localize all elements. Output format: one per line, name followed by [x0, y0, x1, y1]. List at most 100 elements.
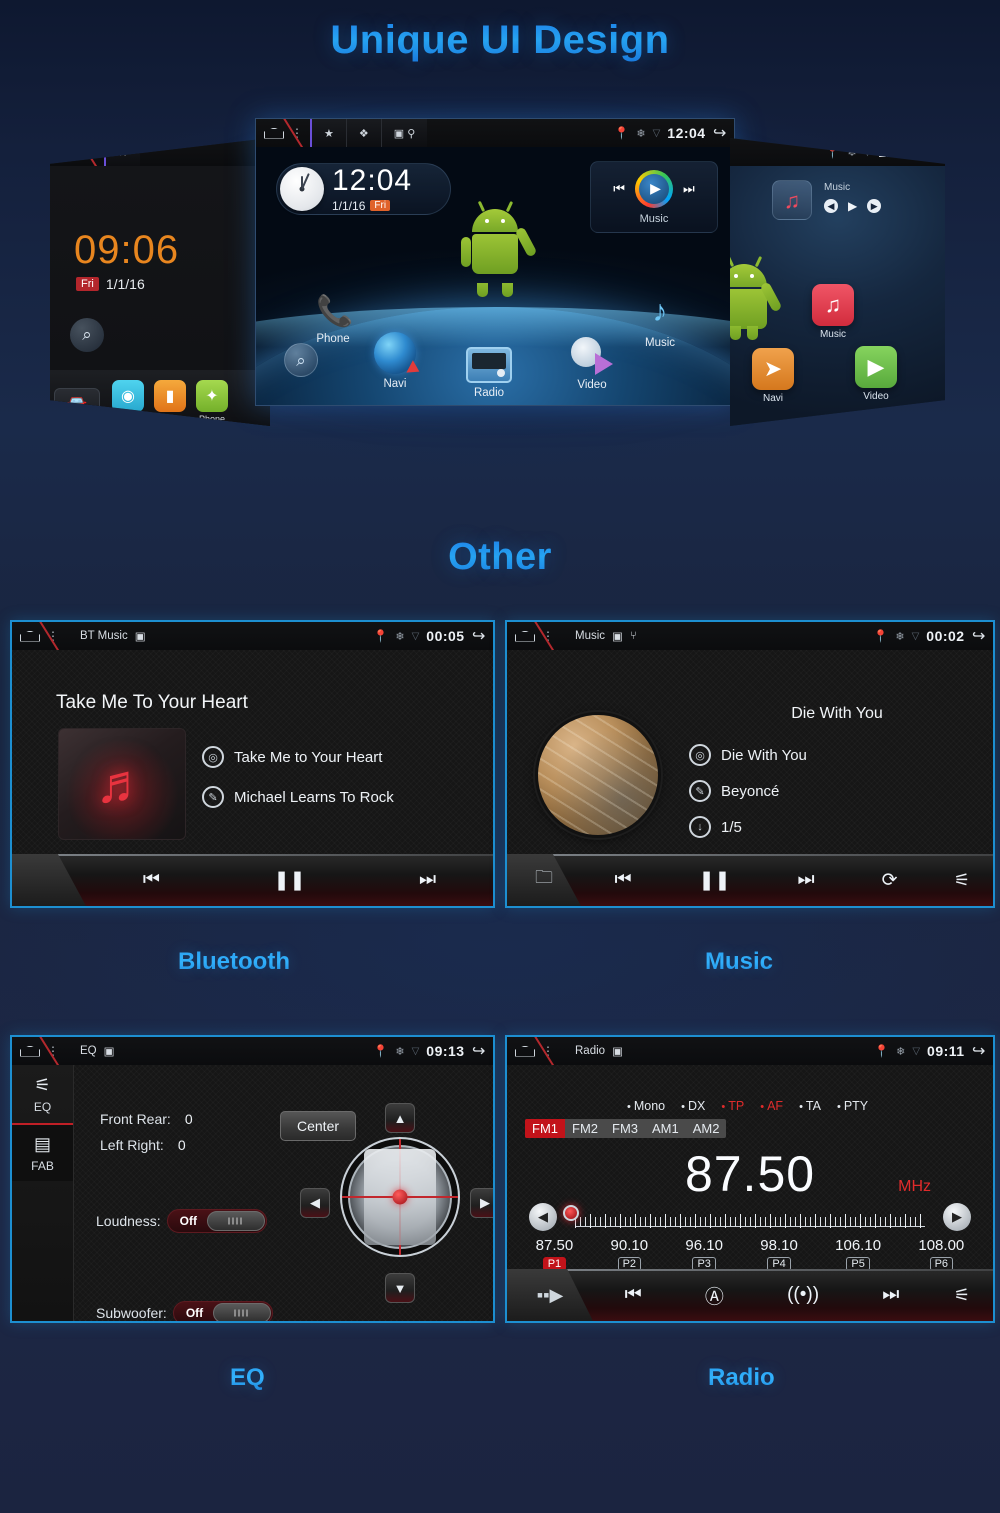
radio-band-fm1[interactable]: FM1 [525, 1119, 565, 1138]
home-icon[interactable] [515, 631, 535, 642]
radio-preset-1[interactable]: 87.50 P1 [536, 1237, 573, 1272]
previous-track-icon[interactable]: ⏮ [613, 181, 625, 197]
panel-bluetooth[interactable]: ⋮ BT Music ▣ 📍 ❄ ▽ 00:05 ↩ Take Me To Yo… [10, 620, 495, 908]
wallpaper-icon[interactable]: ▣ ⚲ [380, 119, 428, 147]
car-icon[interactable]: 🚘 [54, 388, 100, 420]
radio-band-fm2[interactable]: FM2 [565, 1119, 605, 1138]
radio-preset-6[interactable]: 108.00 P6 [918, 1237, 964, 1272]
previous-track-icon[interactable]: ⏮ [143, 869, 160, 891]
radio-band-fm3[interactable]: FM3 [605, 1119, 645, 1138]
app-navi[interactable]: ➤ Navi [752, 348, 794, 404]
overflow-menu-icon[interactable]: ⋮ [542, 630, 554, 642]
overflow-menu-icon[interactable]: ⋮ [291, 127, 303, 139]
scan-play-icon[interactable]: ▪▪▶ [507, 1269, 593, 1321]
home-icon[interactable] [515, 1046, 535, 1057]
sidebar-item-eq[interactable]: ⚟ EQ [12, 1065, 73, 1123]
back-icon[interactable]: ↩ [713, 123, 726, 143]
auto-scan-icon[interactable]: Ⓐ [705, 1282, 724, 1309]
radio-tuning-cursor[interactable] [563, 1205, 579, 1221]
radio-flag-tp[interactable]: • TP [721, 1099, 744, 1113]
toggle-knob[interactable] [206, 1211, 265, 1231]
equalizer-icon[interactable]: ⚟ [931, 870, 993, 891]
radio-preset-2[interactable]: 90.10 P2 [611, 1237, 648, 1272]
overflow-menu-icon[interactable]: ⋮ [85, 146, 97, 158]
bluetooth-icon: ❄ [895, 630, 905, 643]
pause-icon[interactable]: ❚❚ [274, 869, 306, 892]
arrow-left-icon[interactable]: ◀ [529, 1203, 557, 1231]
play-icon[interactable]: ▶ [635, 169, 673, 208]
previous-track-icon[interactable]: ⏮ [615, 869, 632, 891]
car-seats-icon[interactable] [340, 1137, 460, 1257]
radio-preset-3[interactable]: 96.10 P3 [685, 1237, 723, 1272]
folder-icon[interactable]: 🗀 [507, 854, 581, 906]
favorites-icon[interactable]: ★ [310, 119, 346, 147]
home-icon[interactable] [20, 631, 40, 642]
app-video[interactable]: ▶ Video [855, 346, 897, 402]
radio-tuning-scale[interactable] [575, 1209, 925, 1228]
arrow-right-icon[interactable]: ▶ [943, 1203, 971, 1231]
radio-band-am1[interactable]: AM1 [645, 1119, 686, 1138]
music-widget[interactable]: ⏮ ▶ ⏭ Music [590, 161, 718, 233]
search-icon[interactable]: ⌕ [70, 318, 104, 352]
back-icon[interactable]: ↩ [972, 1041, 985, 1061]
radio-flag-dx[interactable]: • DX [681, 1099, 705, 1113]
center-statusbar-tabs[interactable]: ★ ❖ ▣ ⚲ [310, 119, 428, 147]
equalizer-icon[interactable]: ⚟ [931, 1285, 993, 1306]
app-navi[interactable]: Navi [374, 332, 416, 390]
arrow-right-icon[interactable]: ▶ [470, 1188, 493, 1218]
sidebar-item-fab[interactable]: ▤ FAB [12, 1123, 73, 1181]
panel-radio[interactable]: ⋮ Radio ▣ 📍 ❄ ▽ 09:11 ↩ • Mono • DX • TP • A… [505, 1035, 995, 1323]
panel-music[interactable]: ⋮ Music ▣ ⑂ 📍 ❄ ▽ 00:02 ↩ Die With You ◎… [505, 620, 995, 908]
hero-right-screen[interactable]: 📍 ❄ ▽ 12:04 ↩ ♫ Music ◀ ▶ ▶ [730, 138, 945, 426]
fader-balance-pad[interactable]: ▲ ▼ ◀ ▶ [300, 1103, 493, 1303]
radio-flag-pty[interactable]: • PTY [837, 1099, 868, 1113]
next-track-icon[interactable]: ⏭ [419, 869, 436, 891]
radio-flag-af[interactable]: • AF [760, 1099, 783, 1113]
loudness-state: Off [179, 1214, 197, 1228]
bt-transport-left-tab[interactable] [12, 854, 86, 906]
radio-flag-mono[interactable]: • Mono [627, 1099, 665, 1113]
toggle-knob[interactable] [212, 1303, 271, 1321]
back-icon[interactable]: ↩ [472, 1041, 485, 1061]
next-track-icon[interactable]: ⏭ [797, 869, 814, 891]
pause-icon[interactable]: ❚❚ [699, 869, 731, 892]
dock-app-phone[interactable]: ✦ Phone [196, 380, 228, 424]
back-icon[interactable]: ↩ [472, 626, 485, 646]
app-search[interactable]: ⌕ [284, 343, 318, 381]
radio-preset-4[interactable]: 98.10 P4 [760, 1237, 798, 1272]
app-music[interactable]: ♪ Music [641, 297, 679, 350]
arrow-down-icon[interactable]: ▼ [385, 1273, 415, 1303]
overflow-menu-icon[interactable]: ⋮ [542, 1045, 554, 1057]
panel-eq[interactable]: ⋮ EQ ▣ 📍 ❄ ▽ 09:13 ↩ ⚟ EQ ▤ FAB Front Re… [10, 1035, 495, 1323]
hero-center-screen[interactable]: ⋮ ★ ❖ ▣ ⚲ 📍 ❄ ▽ 12:04 ↩ 12:04 1/1/16 Fri… [255, 118, 735, 406]
next-track-icon[interactable]: ⏭ [683, 181, 695, 197]
bluetooth-icon: ❄ [896, 1045, 906, 1058]
home-icon[interactable] [20, 1046, 40, 1057]
hero-left-screen[interactable]: ⋮ ★ 09:06 Fri 1/1/16 ⌕ 🚘 ◉ Navi ▮ [50, 138, 270, 426]
back-icon[interactable]: ↩ [972, 626, 985, 646]
radio-band-selector[interactable]: FM1 FM2 FM3 AM1 AM2 [525, 1119, 727, 1138]
next-station-icon[interactable]: ⏭ [882, 1284, 899, 1306]
app-phone[interactable]: 📞 Phone [316, 295, 353, 345]
clock-widget[interactable]: 12:04 1/1/16 Fri [276, 163, 451, 215]
overflow-menu-icon[interactable]: ⋮ [47, 1045, 59, 1057]
arrow-left-icon[interactable]: ◀ [300, 1188, 330, 1218]
radio-band-am2[interactable]: AM2 [686, 1119, 727, 1138]
previous-station-icon[interactable]: ⏮ [625, 1284, 642, 1306]
loudness-toggle[interactable]: Off [166, 1209, 267, 1233]
radio-preset-5[interactable]: 106.10 P5 [835, 1237, 881, 1272]
antenna-icon[interactable]: ((•)) [787, 1284, 819, 1306]
fader-position-hub[interactable] [392, 1189, 408, 1205]
radio-flag-ta[interactable]: • TA [799, 1099, 821, 1113]
arrow-up-icon[interactable]: ▲ [385, 1103, 415, 1133]
overflow-menu-icon[interactable]: ⋮ [47, 630, 59, 642]
app-video[interactable]: Video [571, 337, 613, 391]
subwoofer-toggle[interactable]: Off [172, 1301, 273, 1321]
home-icon[interactable] [264, 128, 284, 139]
app-radio[interactable]: Radio [466, 347, 512, 399]
apps-grid-icon[interactable]: ❖ [345, 119, 381, 147]
home-icon[interactable] [58, 147, 78, 158]
app-music[interactable]: ♫ Music [812, 284, 854, 340]
back-icon[interactable]: ↩ [924, 142, 937, 162]
repeat-icon[interactable]: ⟳ [882, 869, 898, 892]
